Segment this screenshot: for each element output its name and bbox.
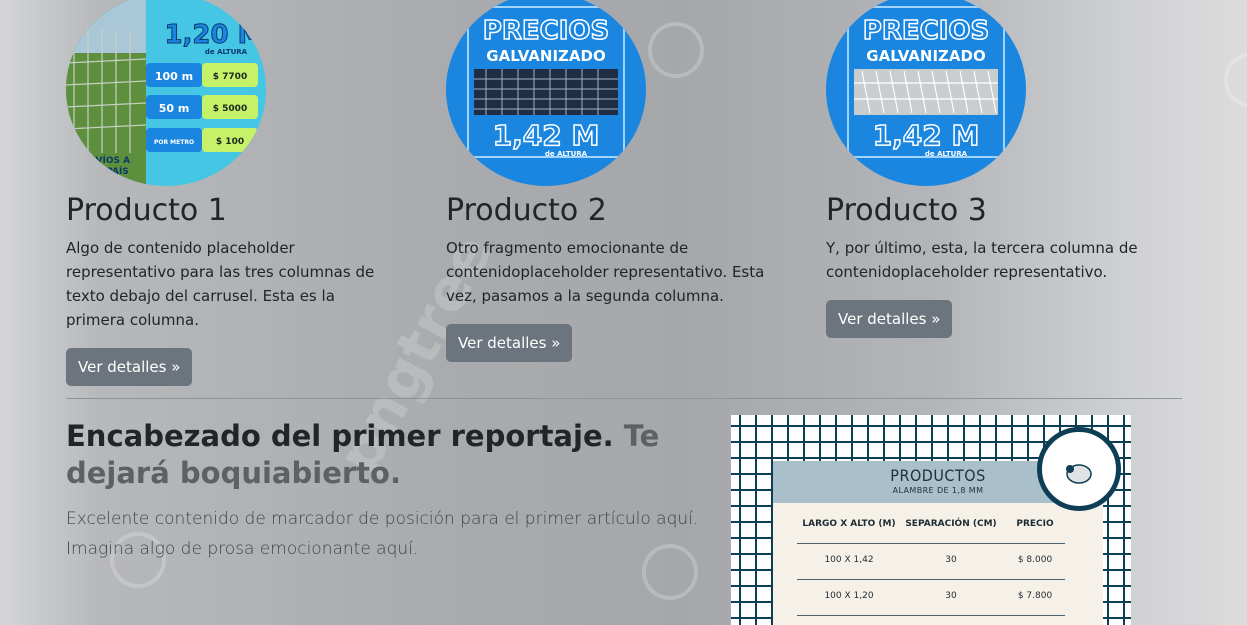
svg-text:GALVANIZADO: GALVANIZADO xyxy=(866,47,985,65)
product-column-1: 1,20 M de ALTURA 100 m $ 7700 50 m $ 500… xyxy=(66,0,426,386)
product-title: Producto 3 xyxy=(826,193,987,228)
product-column-2: PRECIOS GALVANIZADO 1,42 M de ALTURA Pro… xyxy=(446,0,806,362)
svg-text:POR METRO: POR METRO xyxy=(154,139,194,146)
svg-text:1,42 M: 1,42 M xyxy=(873,119,980,152)
svg-text:50 m: 50 m xyxy=(159,102,190,115)
svg-text:de ALTURA: de ALTURA xyxy=(205,48,248,56)
featurette-lead: Excelente contenido de marcador de posic… xyxy=(66,509,699,559)
brand-seal-logo xyxy=(1037,427,1121,511)
svg-text:ENVÍOS A: ENVÍOS A xyxy=(82,154,130,166)
product-2-top: PRECIOS xyxy=(483,16,609,46)
product-title: Producto 2 xyxy=(446,193,607,228)
price-table-row: 100 X 1,20 30 $ 7.800 xyxy=(824,591,1053,601)
product-image-2: PRECIOS GALVANIZADO 1,42 M de ALTURA xyxy=(446,0,646,186)
product-image-1-graphic: 1,20 M de ALTURA 100 m $ 7700 50 m $ 500… xyxy=(66,0,264,186)
featurette-heading: Encabezado del primer reportaje. Te deja… xyxy=(66,418,716,492)
featurette-image: PRODUCTOS ALAMBRE DE 1,8 MM LARGO X ALTO… xyxy=(731,415,1131,625)
svg-text:GALVANIZADO: GALVANIZADO xyxy=(486,47,605,65)
price-table-row: 100 X 1,42 30 $ 8.000 xyxy=(824,555,1053,565)
svg-text:1,42 M: 1,42 M xyxy=(493,119,600,152)
svg-text:de ALTURA: de ALTURA xyxy=(545,150,588,158)
product-image-1: 1,20 M de ALTURA 100 m $ 7700 50 m $ 500… xyxy=(66,0,266,186)
product-image-3: PRECIOS GALVANIZADO 1,42 M de ALTURA xyxy=(826,0,1026,186)
svg-text:$ 5000: $ 5000 xyxy=(213,104,247,114)
ver-detalles-button[interactable]: Ver detalles » xyxy=(66,348,193,386)
ver-detalles-button[interactable]: Ver detalles » xyxy=(446,324,573,362)
svg-text:$ 7700: $ 7700 xyxy=(213,72,247,82)
product-description: Y, por último, esta, la tercera columna … xyxy=(826,239,1138,281)
ver-detalles-button[interactable]: Ver detalles » xyxy=(826,300,953,338)
product-image-3-graphic: PRECIOS GALVANIZADO 1,42 M de ALTURA xyxy=(847,6,1005,158)
svg-text:EL PAÍS: EL PAÍS xyxy=(91,165,129,177)
sheep-logo-icon xyxy=(1066,464,1092,484)
svg-text:de ALTURA: de ALTURA xyxy=(925,150,968,158)
featurette-heading-main: Encabezado del primer reportaje. xyxy=(66,419,614,453)
product-title: Producto 1 xyxy=(66,193,227,228)
product-column-3: PRECIOS GALVANIZADO 1,42 M de ALTURA Pro… xyxy=(826,0,1186,338)
featurette-divider xyxy=(66,398,1182,399)
watermark-mark xyxy=(1224,52,1247,108)
product-image-2-graphic: PRECIOS GALVANIZADO 1,42 M de ALTURA xyxy=(467,6,625,158)
product-description: Otro fragmento emocionante de contenidop… xyxy=(446,239,765,305)
product-3-top: PRECIOS xyxy=(863,16,989,46)
svg-text:100 m: 100 m xyxy=(155,70,193,83)
svg-text:$ 100: $ 100 xyxy=(216,137,244,147)
price-table-header: LARGO X ALTO (M) SEPARACIÓN (CM) PRECIO xyxy=(802,519,1054,529)
product-description: Algo de contenido placeholder representa… xyxy=(66,239,375,329)
product-1-headline: 1,20 M xyxy=(164,20,263,50)
